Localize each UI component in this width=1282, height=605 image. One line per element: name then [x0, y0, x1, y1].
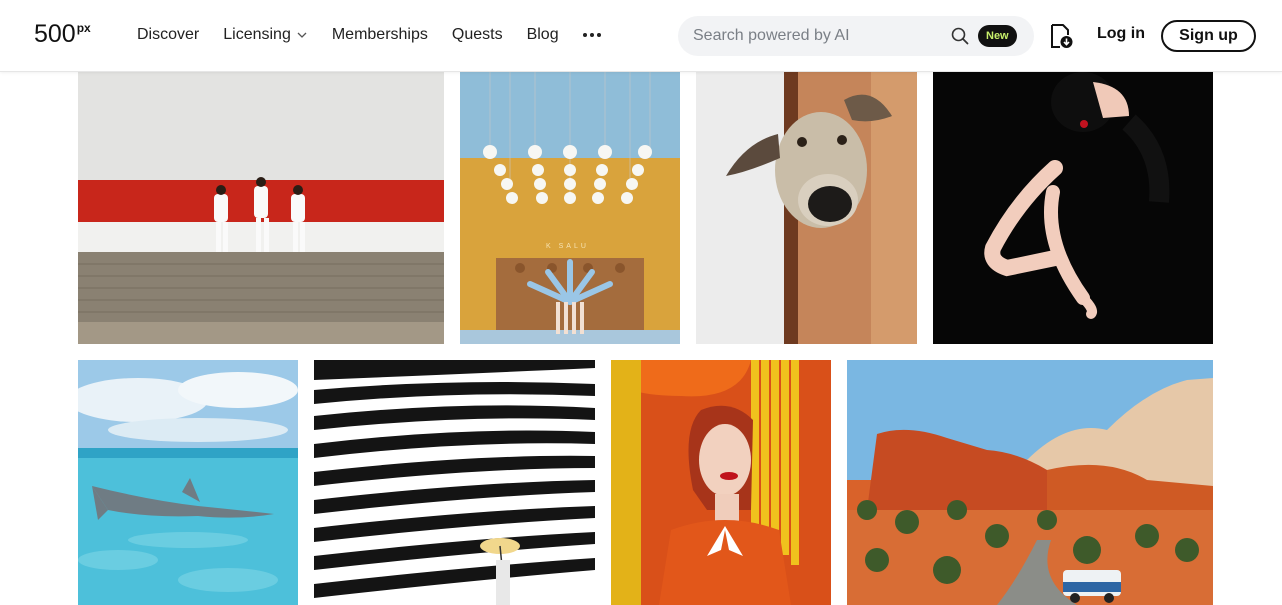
search-icon[interactable] [951, 27, 969, 45]
photo-caption-text: K SALU [546, 243, 589, 250]
photo-red-rock-canyon-car[interactable] [847, 360, 1213, 605]
download-document-icon[interactable] [1048, 22, 1074, 50]
nav-licensing[interactable]: Licensing [223, 26, 308, 44]
nav-blog[interactable]: Blog [527, 26, 559, 44]
nav-blog-label: Blog [526, 26, 559, 43]
nav-discover-label: Discover [137, 26, 200, 43]
login-link[interactable]: Log in [1097, 25, 1145, 43]
main-nav: Discover Licensing Memberships Quests Bl… [137, 26, 601, 44]
nav-quests-label: Quests [451, 26, 503, 43]
more-dots-icon[interactable] [582, 26, 601, 44]
photo-woman-black-background[interactable] [933, 72, 1213, 344]
logo-sup: px [76, 21, 91, 35]
photo-dog-peeking-door[interactable] [696, 72, 917, 344]
nav-memberships-label: Memberships [331, 26, 428, 43]
nav-quests[interactable]: Quests [452, 26, 503, 44]
logo-text: 500 [34, 20, 76, 48]
photo-men-walking-red-wall[interactable] [78, 72, 444, 344]
photo-black-white-stripes[interactable] [314, 360, 595, 605]
search-input[interactable] [693, 25, 943, 47]
logo-500px[interactable]: 500px [34, 20, 91, 49]
search-bar: New [678, 16, 1034, 56]
signup-button[interactable]: Sign up [1161, 20, 1256, 52]
photo-shark-underwater[interactable] [78, 360, 298, 605]
photo-dancers-orange-wall[interactable]: K SALU [460, 72, 680, 344]
top-navigation-bar: 500px Discover Licensing Memberships Que… [0, 0, 1282, 72]
nav-licensing-label: Licensing [223, 26, 291, 43]
nav-discover[interactable]: Discover [137, 26, 199, 44]
new-badge: New [978, 25, 1017, 47]
photo-woman-red-hair-yellow-fringe[interactable] [611, 360, 831, 605]
chevron-down-icon [297, 32, 307, 38]
nav-memberships[interactable]: Memberships [332, 26, 428, 44]
